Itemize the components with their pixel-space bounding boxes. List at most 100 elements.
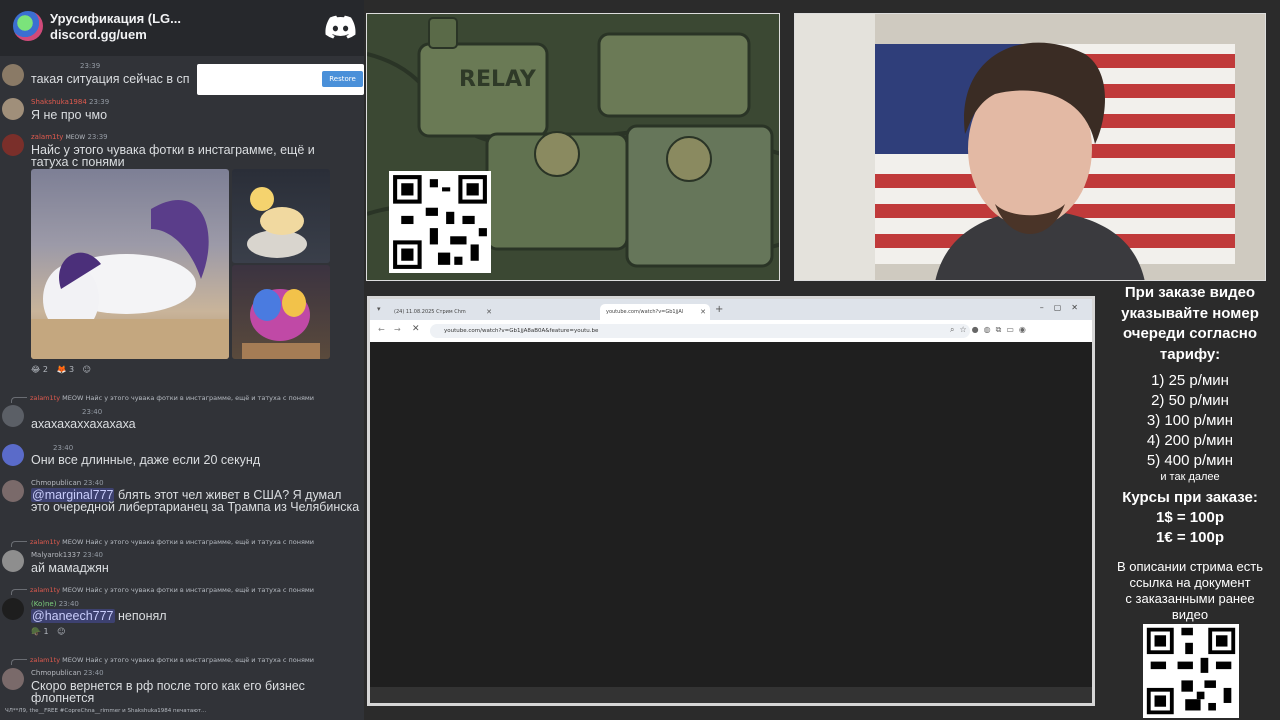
rate-list: 1) 25 р/мин 2) 50 р/мин 3) 100 р/мин 4) … — [1100, 371, 1280, 471]
message-time: 23:40 — [83, 479, 104, 487]
tab-strip: ▾ (24) 11.08.2025 Стрим Chm ✕ youtube.co… — [370, 299, 1092, 320]
toolbar-icons[interactable]: ⌕☆●◍⧉▭◉ — [950, 325, 1031, 335]
message-text: Скоро вернется в рф после того как его б… — [31, 679, 305, 705]
stop-loading-icon[interactable]: ✕ — [412, 324, 420, 334]
avatar — [2, 134, 24, 156]
add-reaction-icon[interactable]: ☺ — [57, 627, 65, 636]
message-text: ай мамаджян — [31, 561, 109, 575]
reply-text: Найс у этого чувака фотки в инстаграмме,… — [85, 538, 315, 546]
avatar — [2, 64, 24, 86]
avatar — [2, 668, 24, 690]
relay-label: RELAY — [459, 67, 537, 92]
rate-item: 2) 50 р/мин — [1151, 392, 1229, 409]
avatar — [2, 444, 24, 466]
message-author[interactable]: Chmopublican — [31, 669, 81, 677]
reaction[interactable]: 🪖 1 — [31, 627, 49, 636]
typing-indicator: ЧЛ**Л9, the__FREE #CopreChna__rimmer и S… — [5, 708, 207, 714]
close-icon[interactable]: ✕ — [700, 304, 706, 320]
info-line: ссылка на документ — [1129, 575, 1251, 590]
course-item: 1€ = 100р — [1156, 529, 1224, 546]
page-viewport[interactable] — [370, 342, 1092, 687]
message-text: Они все длинные, даже если 20 секунд — [31, 453, 261, 467]
info-line: При заказе видео — [1124, 284, 1256, 301]
info-line: В описании стрима есть — [1116, 559, 1264, 574]
info-line: очереди согласно — [1122, 325, 1258, 342]
message-time: 23:40 — [82, 408, 103, 416]
attachment-image[interactable] — [31, 169, 229, 359]
message-author[interactable]: zalam1ty — [31, 133, 63, 141]
address-bar[interactable]: youtube.com/watch?v=Gb1jjA8aB0A&feature=… — [430, 324, 970, 338]
window-controls[interactable]: –▢✕ — [1040, 303, 1088, 312]
webcam-panel — [794, 13, 1266, 281]
reactions[interactable]: 😂 2 🦊 3 ☺ — [31, 365, 97, 374]
server-name: Урусификация (LG... — [50, 11, 181, 26]
reply-badge: MEOW — [62, 538, 84, 546]
reply-preview[interactable]: zalam1ty MEOW Найс у этого чувака фотки … — [30, 538, 314, 546]
reply-line — [11, 397, 27, 403]
message-meta: Malyarok1337 23:40 — [31, 551, 103, 559]
reply-author: zalam1ty — [30, 538, 61, 546]
order-instructions: При заказе видео указывайте номер очеред… — [1100, 283, 1280, 365]
reply-badge: MEOW — [62, 586, 84, 594]
browser-status-area — [370, 687, 1092, 703]
user-mention[interactable]: @haneech777 — [31, 609, 115, 623]
message-time: 23:39 — [89, 98, 110, 106]
reply-preview[interactable]: zalam1ty MEOW Найс у этого чувака фотки … — [30, 586, 314, 594]
attachment-image[interactable] — [232, 265, 330, 359]
discord-chat-panel: 23:39 такая ситуация сейчас в сп Урусифи… — [0, 0, 364, 720]
description-note: В описании стрима есть ссылка на докумен… — [1100, 559, 1280, 623]
message-time: 23:40 — [58, 600, 79, 608]
message-meta: zalam1ty MEOW 23:39 — [31, 133, 108, 141]
browser-tab[interactable]: (24) 11.08.2025 Стрим Chm ✕ — [388, 304, 496, 320]
tab-title: youtube.com/watch?v=Gb1jjAl — [606, 309, 684, 315]
avatar — [2, 98, 24, 120]
info-line: тарифу: — [1159, 345, 1221, 363]
reply-badge: MEOW — [62, 394, 84, 402]
avatar — [2, 405, 24, 427]
reply-text: Найс у этого чувака фотки в инстаграмме,… — [85, 656, 315, 664]
qr-code — [389, 171, 491, 273]
address-bar-row: ← → ✕ youtube.com/watch?v=Gb1jjA8aB0A&fe… — [370, 320, 1092, 342]
add-reaction-icon[interactable]: ☺ — [83, 365, 91, 374]
back-arrow-icon[interactable]: ← — [378, 325, 385, 334]
message-author[interactable]: Chmopublican — [31, 479, 81, 487]
reply-preview[interactable]: zalam1ty MEOW Найс у этого чувака фотки … — [30, 394, 314, 402]
courses-title: Курсы при заказе: — [1122, 489, 1258, 506]
message-time: 23:39 — [87, 133, 108, 141]
message-time: 23:39 — [80, 62, 101, 70]
server-invite-link: discord.gg/uem — [50, 27, 147, 42]
message-author[interactable]: (Ko)ne) — [31, 600, 56, 608]
message-author[interactable]: Malyarok1337 — [31, 551, 81, 559]
chevron-down-icon[interactable]: ▾ — [377, 305, 381, 313]
message-time: 23:40 — [53, 444, 74, 452]
message-time: 23:40 — [83, 669, 104, 677]
info-line: с заказанными ранее — [1125, 591, 1255, 606]
message-text: Найс у этого чувака фотки в инстаграмме,… — [31, 143, 315, 169]
browser-tab-active[interactable]: youtube.com/watch?v=Gb1jjAl ✕ — [600, 304, 710, 320]
forward-arrow-icon[interactable]: → — [394, 325, 401, 334]
server-header[interactable]: Урусификация (LG... discord.gg/uem — [0, 0, 364, 56]
chat-message: Shakshuka1984 23:39 Я не про чмо — [0, 94, 364, 124]
chat-message: zalam1ty MEOW Найс у этого чувака фотки … — [0, 653, 364, 708]
restore-button[interactable]: Restore — [322, 71, 363, 87]
close-icon[interactable]: ✕ — [486, 304, 492, 320]
chat-message: zalam1ty MEOW Найс у этого чувака фотки … — [0, 583, 364, 643]
reply-line — [11, 589, 27, 595]
webcam-feed — [795, 14, 1265, 280]
discord-logo-icon — [325, 15, 356, 39]
avatar — [2, 550, 24, 572]
message-text: Я не про чмо — [31, 108, 108, 122]
attachment-image[interactable] — [232, 169, 330, 263]
course-item: 1$ = 100р — [1156, 509, 1224, 526]
info-line: видео — [1171, 607, 1209, 622]
browser-window: ▾ (24) 11.08.2025 Стрим Chm ✕ youtube.co… — [367, 296, 1095, 706]
reaction[interactable]: 😂 2 — [31, 365, 48, 374]
reactions[interactable]: 🪖 1 ☺ — [31, 627, 71, 636]
reaction[interactable]: 🦊 3 — [57, 365, 75, 374]
rate-item: 3) 100 р/мин — [1146, 412, 1234, 429]
reply-text: Найс у этого чувака фотки в инстаграмме,… — [85, 586, 315, 594]
message-author[interactable]: Shakshuka1984 — [31, 98, 87, 106]
new-tab-button[interactable]: + — [715, 304, 723, 315]
message-meta: Shakshuka1984 23:39 — [31, 98, 109, 106]
reply-preview[interactable]: zalam1ty MEOW Найс у этого чувака фотки … — [30, 656, 314, 664]
